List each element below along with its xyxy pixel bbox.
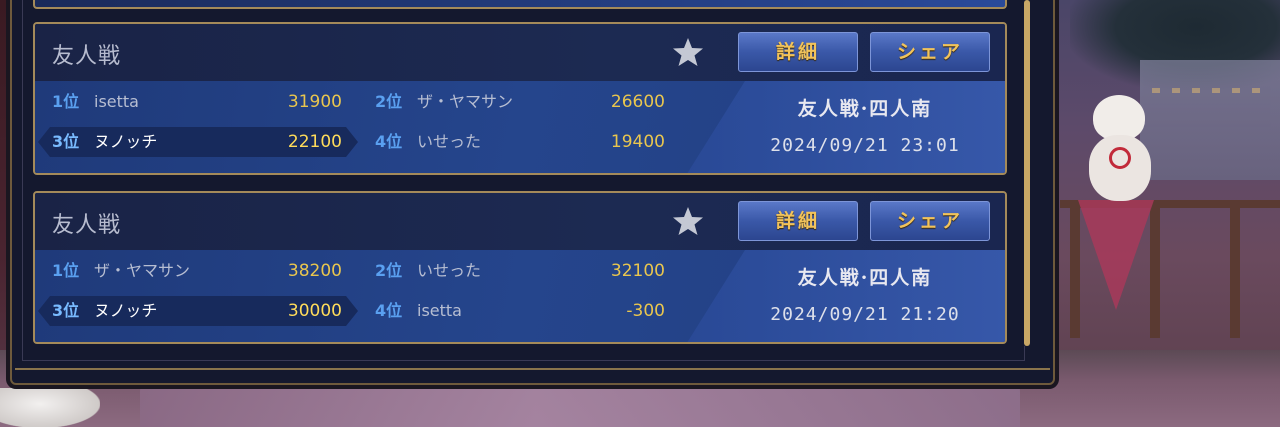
- player-name: いせった: [417, 261, 482, 280]
- player-rank: 1位: [52, 261, 80, 280]
- player-name: isetta: [94, 92, 139, 111]
- star-icon[interactable]: [672, 36, 704, 68]
- player-row: 3位 ヌノッチ 22100: [35, 127, 355, 157]
- player-rank: 2位: [375, 92, 403, 111]
- player-rank: 4位: [375, 301, 403, 320]
- record-title: 友人戦: [52, 213, 122, 238]
- player-score: 26600: [610, 92, 665, 112]
- player-score: -300: [626, 301, 665, 321]
- player-row: 3位 ヌノッチ 30000: [35, 296, 355, 326]
- detail-button[interactable]: 詳細: [738, 32, 858, 72]
- player-score: 32100: [610, 261, 665, 281]
- background-teapot: [0, 388, 100, 427]
- player-name: ザ・ヤマサン: [94, 261, 191, 280]
- player-rank: 4位: [375, 132, 403, 151]
- player-rank: 3位: [52, 301, 80, 320]
- game-mode: 友人戦·四人南: [797, 98, 933, 120]
- player-score: 38200: [287, 261, 342, 281]
- player-name: isetta: [417, 301, 462, 320]
- share-button[interactable]: シェア: [870, 32, 990, 72]
- player-row: 1位 ザ・ヤマサン 38200: [35, 256, 355, 286]
- player-row: 4位 isetta -300: [375, 296, 675, 326]
- panel-bottom-divider: [15, 368, 1050, 370]
- player-name: ザ・ヤマサン: [417, 92, 514, 111]
- game-mode: 友人戦·四人南: [797, 267, 933, 289]
- player-row: 2位 いせった 32100: [375, 256, 675, 286]
- previous-record-card-edge[interactable]: [33, 0, 1007, 9]
- scrollbar-thumb[interactable]: [1024, 0, 1030, 346]
- player-score: 19400: [610, 132, 665, 152]
- game-record-card[interactable]: 友人戦 詳細 シェア 1位 isetta 31900 2位 ザ・ヤマサン 266…: [33, 22, 1007, 175]
- player-rank: 3位: [52, 132, 80, 151]
- card-body: 1位 ザ・ヤマサン 38200 2位 いせった 32100 3位 ヌノッチ 30…: [35, 250, 1005, 342]
- player-score: 31900: [287, 92, 342, 112]
- game-datetime: 2024/09/21 21:20: [770, 304, 960, 325]
- card-body: 1位 isetta 31900 2位 ザ・ヤマサン 26600 3位 ヌノッチ …: [35, 81, 1005, 173]
- player-rank: 2位: [375, 261, 403, 280]
- record-title: 友人戦: [52, 44, 122, 69]
- game-datetime: 2024/09/21 23:01: [770, 135, 960, 156]
- background-building: [1140, 60, 1280, 180]
- player-row: 4位 いせった 19400: [375, 127, 675, 157]
- player-name: ヌノッチ: [94, 301, 158, 320]
- star-icon[interactable]: [672, 205, 704, 237]
- player-rank: 1位: [52, 92, 80, 111]
- share-button[interactable]: シェア: [870, 201, 990, 241]
- player-row: 1位 isetta 31900: [35, 87, 355, 117]
- game-record-card[interactable]: 友人戦 詳細 シェア 1位 ザ・ヤマサン 38200 2位 いせった 32100…: [33, 191, 1007, 344]
- detail-button[interactable]: 詳細: [738, 201, 858, 241]
- card-header: 友人戦 詳細 シェア: [35, 193, 1005, 250]
- background-umbrella: [1078, 200, 1154, 310]
- player-score: 22100: [287, 132, 342, 152]
- lucky-cat-figure: [1085, 95, 1155, 205]
- player-name: いせった: [417, 132, 482, 151]
- player-row: 2位 ザ・ヤマサン 26600: [375, 87, 675, 117]
- player-score: 30000: [287, 301, 342, 321]
- player-name: ヌノッチ: [94, 132, 158, 151]
- card-header: 友人戦 詳細 シェア: [35, 24, 1005, 81]
